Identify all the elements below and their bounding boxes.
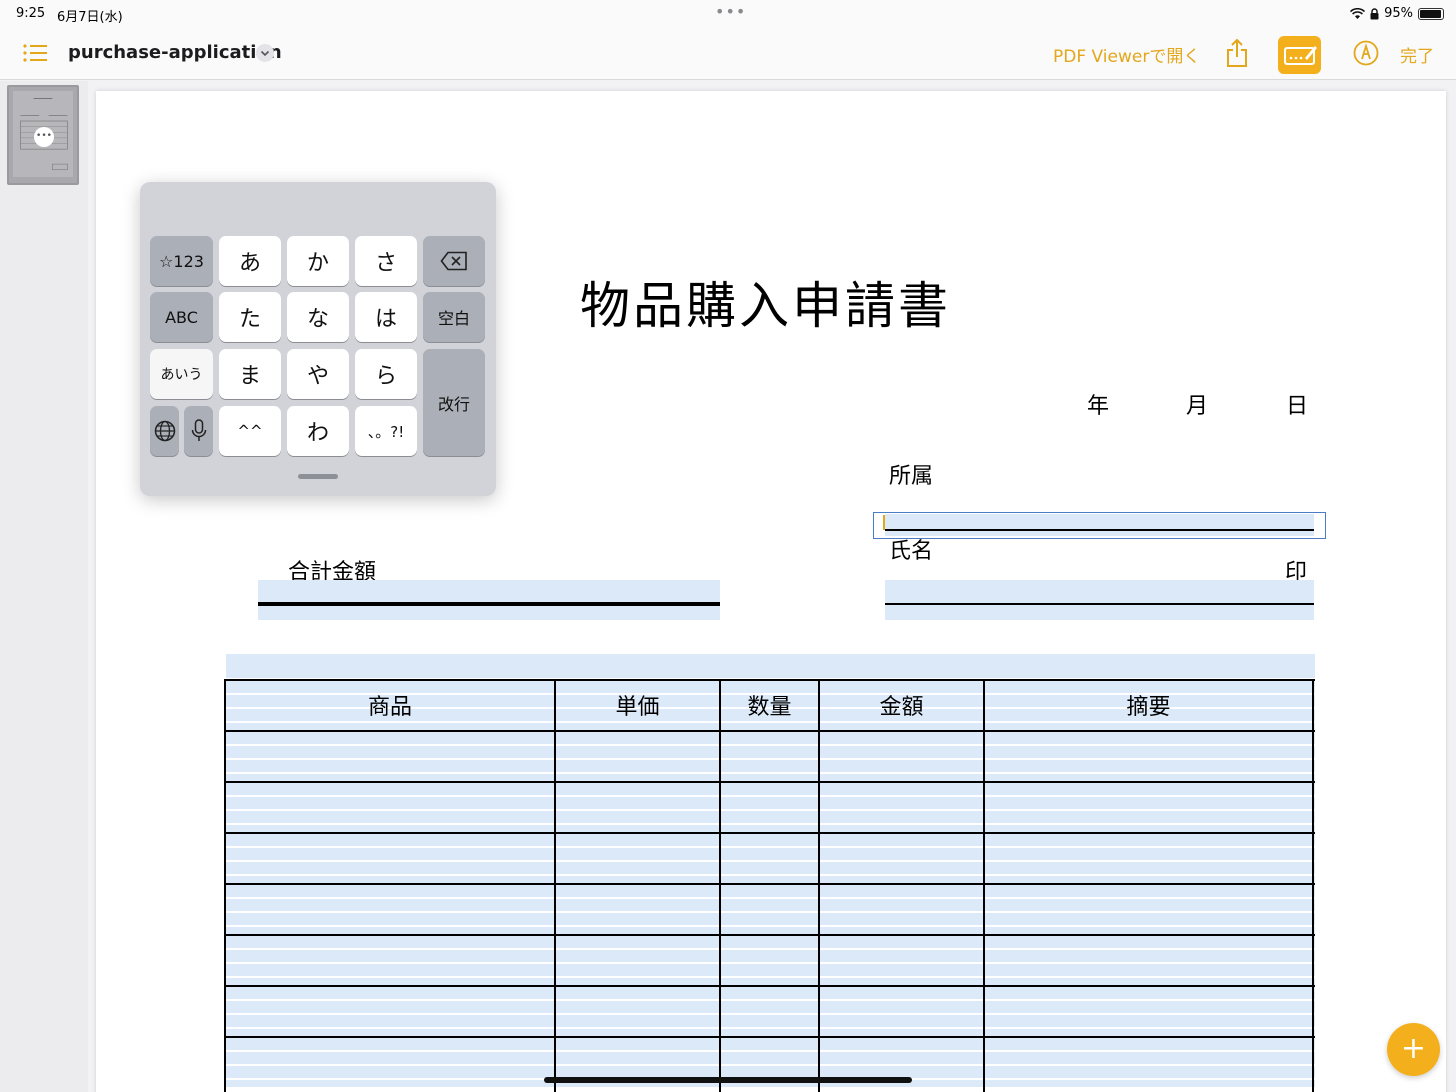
table-top-field[interactable] [226,654,1315,678]
affiliation-label: 所属 [889,464,934,489]
key-enter[interactable]: 改行 [423,349,485,456]
battery-icon [1418,7,1444,20]
table-row[interactable] [225,781,1315,832]
status-date: 6月7日(水) [57,10,123,25]
table-column-divider [983,679,985,1092]
key-ta[interactable]: た [219,292,281,342]
markup-button[interactable] [1278,36,1321,74]
done-button[interactable]: 完了 [1400,42,1434,67]
lock-rotation-icon [1370,7,1379,19]
page-thumbnail-sidebar: ••• [0,81,88,1092]
name-field[interactable] [885,580,1314,620]
keyboard-drag-handle[interactable] [298,474,338,479]
table-column-divider [818,679,820,1092]
table-row[interactable] [225,883,1315,934]
name-underline [885,603,1314,605]
date-year-label: 年 [1087,394,1110,419]
pen-circle-icon[interactable] [1353,40,1379,66]
table-row[interactable] [225,832,1315,883]
key-sa[interactable]: さ [355,236,417,286]
key-wa[interactable]: わ [287,406,349,456]
table-row[interactable] [225,730,1315,781]
document-title[interactable]: purchase-application [68,42,282,63]
document-toolbar: purchase-application PDF Viewerで開く 完了 [0,28,1456,80]
chevron-down-icon[interactable] [256,44,274,62]
share-icon[interactable] [1225,38,1249,68]
table-row[interactable] [225,985,1315,1036]
key-ra[interactable]: ら [355,349,417,399]
table-border [1312,679,1314,1092]
globe-key[interactable] [150,406,179,456]
total-amount-field[interactable] [258,580,720,620]
key-ka[interactable]: か [287,236,349,286]
key-ya[interactable]: や [287,349,349,399]
date-month-label: 月 [1186,394,1209,419]
name-label: 氏名 [889,539,934,564]
header-remarks: 摘要 [1126,695,1171,720]
more-icon[interactable]: ••• [34,127,54,147]
table-border [224,679,226,1092]
add-button[interactable]: + [1387,1023,1440,1076]
open-in-pdf-viewer-button[interactable]: PDF Viewerで開く [1053,42,1200,67]
status-indicators: 95% [1350,6,1444,21]
status-time: 9:25 [16,6,46,21]
header-quantity: 数量 [747,695,792,720]
status-bar: 9:25 6月7日(水) ••• 95% [0,0,1456,28]
list-icon[interactable] [22,42,48,64]
key-na[interactable]: な [287,292,349,342]
page-thumbnail[interactable]: ••• [7,85,79,185]
multitasking-dots-icon[interactable]: ••• [715,2,746,21]
key-delete[interactable] [423,236,485,286]
wifi-icon [1350,7,1366,19]
microphone-icon [191,419,206,441]
header-product: 商品 [367,695,412,720]
key-face[interactable]: ^^ [219,406,281,456]
form-title: 物品購入申請書 [580,277,951,335]
delete-backward-icon [440,251,467,271]
home-indicator[interactable] [544,1077,912,1083]
globe-icon [154,420,175,442]
key-ma[interactable]: ま [219,349,281,399]
key-abc[interactable]: ABC [150,292,213,342]
key-a[interactable]: あ [219,236,281,286]
key-ha[interactable]: は [355,292,417,342]
table-column-divider [719,679,721,1092]
key-punctuation[interactable]: 、。?! [355,406,417,456]
header-unit-price: 単価 [615,695,660,720]
markup-icon [1284,46,1317,65]
table-row[interactable] [225,934,1315,985]
key-symbols-123[interactable]: ☆123 [150,236,213,286]
total-amount-underline [258,602,720,606]
floating-keyboard: ☆123 あ か さ ABC た な は 空白 あいう ま や ら 改行 ^^ … [140,182,496,496]
battery-percent: 95% [1384,6,1413,21]
dictation-key[interactable] [184,406,213,456]
date-day-label: 日 [1286,394,1309,419]
active-field-selection[interactable] [873,512,1326,539]
text-caret [883,515,885,530]
key-kana-mode[interactable]: あいう [150,349,213,399]
header-amount: 金額 [879,695,924,720]
key-space[interactable]: 空白 [423,292,485,342]
table-column-divider [554,679,556,1092]
